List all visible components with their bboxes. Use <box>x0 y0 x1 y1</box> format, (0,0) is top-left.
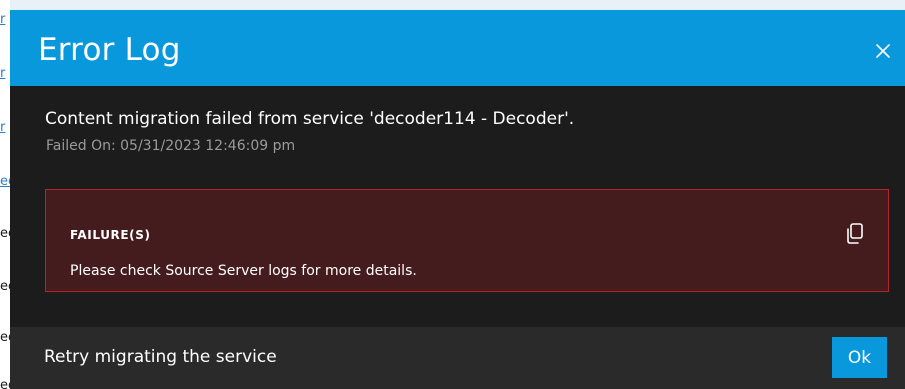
failed-on-timestamp: Failed On: 05/31/2023 12:46:09 pm <box>46 138 296 154</box>
close-icon <box>876 44 890 58</box>
background-link-fragment[interactable]: ec <box>0 174 10 190</box>
background-link-fragment[interactable]: r <box>0 12 10 28</box>
failure-heading: FAILURE(S) <box>70 228 151 242</box>
background-link-fragment[interactable]: r <box>0 66 10 82</box>
error-message: Content migration failed from service 'd… <box>45 109 575 129</box>
background-text-fragment: ec <box>0 279 10 294</box>
error-log-dialog: Error Log Content migration failed from … <box>10 10 905 389</box>
failure-panel: FAILURE(S) Please check Source Server lo… <box>45 189 889 292</box>
failure-details: Please check Source Server logs for more… <box>70 263 417 279</box>
footer-message: Retry migrating the service <box>44 347 277 367</box>
background-text-fragment: ec <box>0 330 10 345</box>
close-button[interactable] <box>869 37 897 65</box>
background-text-fragment: ec <box>0 378 10 389</box>
ok-button[interactable]: Ok <box>832 337 887 378</box>
background-page: r r r ec ec ec ec ec <box>0 0 10 389</box>
dialog-header: Error Log <box>10 10 905 86</box>
background-text-fragment: ec <box>0 226 10 241</box>
background-link-fragment[interactable]: r <box>0 120 10 136</box>
dialog-footer: Retry migrating the service Ok <box>10 327 905 389</box>
dialog-title: Error Log <box>38 32 181 68</box>
copy-button[interactable] <box>844 222 866 246</box>
copy-icon <box>847 223 863 244</box>
